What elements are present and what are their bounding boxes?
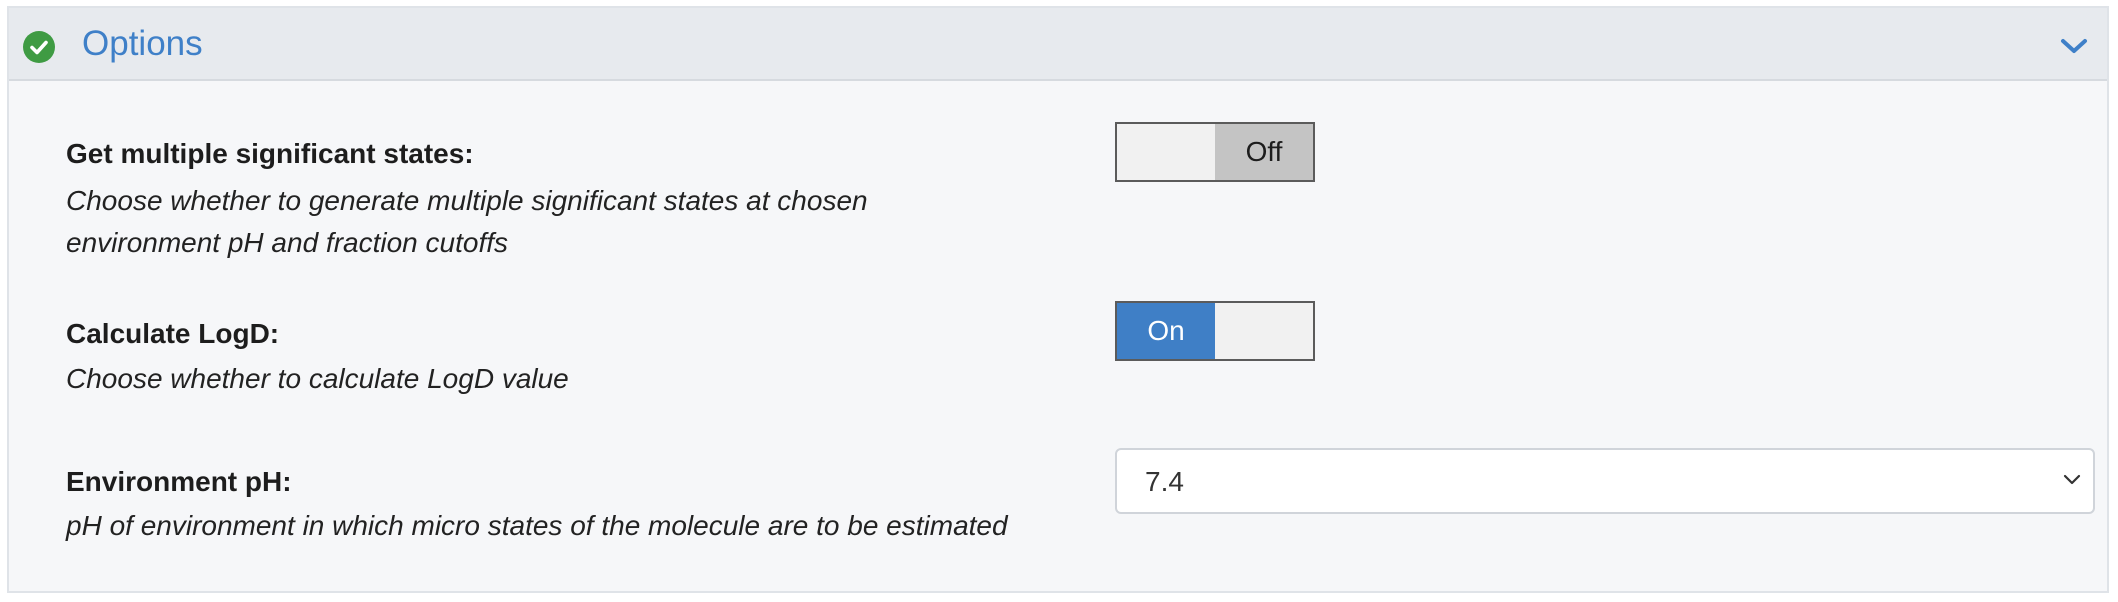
calculate-logd-label: Calculate LogD: bbox=[66, 318, 280, 349]
panel-title[interactable]: Options bbox=[82, 24, 203, 64]
chevron-down-icon bbox=[2061, 472, 2083, 488]
environment-ph-label: Environment pH: bbox=[66, 466, 292, 497]
toggle-on-side[interactable] bbox=[1117, 124, 1215, 180]
toggle-on-label[interactable]: On bbox=[1117, 303, 1215, 359]
toggle-off-side[interactable] bbox=[1215, 303, 1313, 359]
calculate-logd-description: Choose whether to calculate LogD value bbox=[66, 363, 569, 394]
options-panel: Options Get multiple significant states:… bbox=[7, 6, 2109, 593]
multiple-states-description: Choose whether to generate multiple sign… bbox=[66, 185, 868, 258]
environment-ph-select[interactable]: 7.4 bbox=[1115, 448, 2095, 514]
multiple-states-toggle[interactable]: Off bbox=[1115, 122, 1315, 182]
check-circle-icon bbox=[23, 31, 55, 63]
environment-ph-description: pH of environment in which micro states … bbox=[66, 510, 1008, 541]
options-panel-header[interactable]: Options bbox=[9, 8, 2107, 81]
toggle-off-label[interactable]: Off bbox=[1215, 124, 1313, 180]
chevron-down-icon[interactable] bbox=[2057, 34, 2091, 58]
multiple-states-label: Get multiple significant states: bbox=[66, 138, 474, 169]
calculate-logd-toggle[interactable]: On bbox=[1115, 301, 1315, 361]
environment-ph-value: 7.4 bbox=[1145, 466, 1184, 497]
